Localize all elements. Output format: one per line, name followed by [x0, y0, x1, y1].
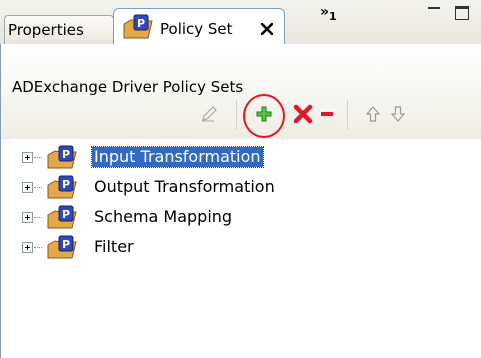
tab-policy-set-label: Policy Set [160, 20, 233, 38]
policy-set-folder-icon: P [47, 205, 77, 229]
tree-connector [34, 217, 42, 218]
tab-policy-set[interactable]: P Policy Set [113, 8, 285, 45]
minimize-icon[interactable] [428, 7, 440, 11]
move-down-button[interactable] [385, 101, 411, 127]
tree-item-label: Filter [94, 237, 134, 256]
red-x-icon [293, 104, 313, 124]
expand-icon[interactable] [22, 152, 33, 163]
toolbar-separator [236, 100, 237, 130]
tree-connector [34, 187, 42, 188]
minus-icon [321, 112, 333, 116]
svg-text:P: P [137, 17, 145, 30]
svg-text:P: P [62, 148, 70, 161]
tab-properties[interactable]: Properties [4, 15, 114, 44]
overflow-chevron-icon: » [320, 4, 330, 20]
expand-icon[interactable] [22, 242, 33, 253]
arrow-up-icon [365, 106, 381, 122]
move-up-button[interactable] [360, 101, 386, 127]
overflow-count: 1 [329, 9, 337, 23]
tree-connector [34, 157, 42, 158]
expand-icon[interactable] [22, 212, 33, 223]
tree-item-label: Output Transformation [94, 177, 275, 196]
pencil-icon [202, 106, 217, 122]
toolbar-separator [347, 100, 348, 130]
tree-item-label: Schema Mapping [94, 207, 233, 226]
close-tab-icon[interactable] [261, 23, 273, 35]
remove-button[interactable] [314, 101, 340, 127]
svg-text:P: P [62, 178, 70, 191]
expand-icon[interactable] [22, 182, 33, 193]
policy-set-folder-icon: P [47, 145, 77, 169]
svg-text:P: P [62, 208, 70, 221]
tab-overflow-button[interactable]: »1 [320, 4, 337, 23]
arrow-down-icon [390, 106, 406, 122]
tab-properties-label: Properties [8, 21, 84, 39]
panel-title: ADExchange Driver Policy Sets [12, 78, 244, 96]
svg-text:P: P [62, 238, 70, 251]
policy-set-tab-icon: P [123, 14, 153, 39]
policy-set-folder-icon: P [47, 175, 77, 199]
maximize-icon[interactable] [455, 6, 469, 20]
tree-item-label: Input Transformation [91, 146, 264, 168]
edit-button[interactable] [196, 101, 222, 127]
tree-connector [34, 247, 42, 248]
highlight-ring [243, 94, 285, 138]
policy-set-folder-icon: P [47, 235, 77, 259]
delete-button[interactable] [290, 101, 316, 127]
